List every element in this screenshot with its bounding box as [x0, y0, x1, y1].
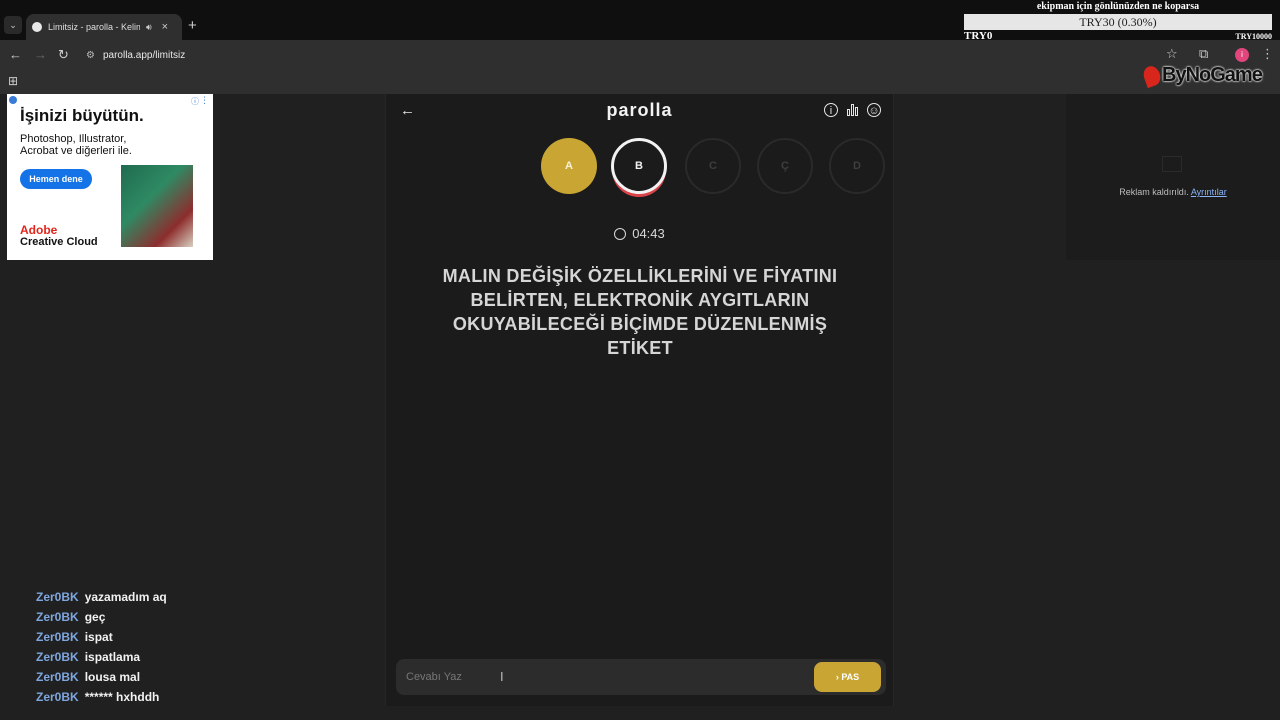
profile-avatar[interactable]: i: [1235, 48, 1249, 62]
forward-arrow-icon[interactable]: →: [34, 47, 47, 62]
letter-d: D: [829, 138, 885, 194]
right-ad-placeholder: Reklam kaldırıldı. Ayrıntılar: [1066, 94, 1280, 260]
chat-text: ****** hxhddh: [84, 690, 160, 704]
tab-title: Limitsiz - parolla - Kelime o: [48, 22, 140, 32]
ad-removed-notice: Reklam kaldırıldı. Ayrıntılar: [1066, 187, 1280, 197]
stats-icon[interactable]: [846, 103, 860, 117]
ad-brand-line1: Adobe: [20, 223, 58, 237]
ad-photo: [121, 165, 193, 247]
ad-info-icon[interactable]: ⓘ: [191, 96, 199, 107]
back-arrow-icon[interactable]: ←: [9, 47, 22, 62]
timer: 04:43: [386, 226, 893, 241]
tab-search-button[interactable]: ⌄: [4, 16, 22, 34]
chat-username: Zer0BK: [36, 590, 79, 604]
text-cursor-icon: I: [500, 669, 504, 684]
address-bar[interactable]: ⚙ parolla.app/limitsiz: [78, 44, 1188, 66]
extensions-icon[interactable]: ⧉: [1199, 46, 1208, 62]
answer-input[interactable]: [406, 667, 786, 687]
game-logo: parolla: [606, 100, 673, 120]
game-panel: ← parolla i ☺ A B C Ç D 04:43 MALIN DEĞİ…: [385, 94, 894, 706]
chat-username: Zer0BK: [36, 650, 79, 664]
bookmark-star-icon[interactable]: ☆: [1166, 46, 1178, 62]
info-icon[interactable]: i: [824, 103, 838, 117]
new-tab-button[interactable]: +: [188, 17, 197, 34]
adchoices-icon[interactable]: [9, 96, 17, 104]
letter-cc: Ç: [757, 138, 813, 194]
donation-goal-title: ekipman için gönlünüzden ne koparsa: [1036, 1, 1200, 12]
bookmarks-bar: [0, 70, 1280, 94]
chat-text: ispatlama: [84, 650, 141, 664]
pass-button[interactable]: › PAS: [814, 662, 881, 692]
question-text: MALIN DEĞİŞİK ÖZELLİKLERİNİ VE FİYATINI …: [442, 266, 838, 358]
ad-brand-line2: Creative Cloud: [20, 236, 98, 248]
user-icon[interactable]: ☺: [867, 103, 881, 117]
clock-icon: [614, 228, 627, 240]
ad-removed-text: Reklam kaldırıldı.: [1119, 187, 1189, 197]
chat-username: Zer0BK: [36, 690, 79, 704]
ad-headline: İşinizi büyütün.: [20, 106, 144, 125]
ad-cta-button[interactable]: Hemen dene: [20, 169, 92, 189]
speaker-icon[interactable]: 🔊︎: [146, 22, 152, 33]
chat-message: Zer0BK yazamadım aq: [36, 590, 167, 610]
ad-details-link[interactable]: Ayrıntılar: [1191, 187, 1227, 197]
browser-tab[interactable]: Limitsiz - parolla - Kelime o 🔊︎ ×: [26, 14, 182, 40]
browser-menu-icon[interactable]: ⋮: [1261, 46, 1274, 62]
chat-text: lousa mal: [84, 670, 141, 684]
chat-text: geç: [84, 610, 106, 624]
chat-message: Zer0BK lousa mal: [36, 670, 167, 690]
chat-message: Zer0BK geç: [36, 610, 167, 630]
chat-username: Zer0BK: [36, 610, 79, 624]
ad-menu-icon[interactable]: ⋮: [200, 95, 209, 106]
left-advertisement[interactable]: ⓘ ⋮ İşinizi büyütün. Photoshop, Illustra…: [7, 94, 213, 260]
tab-close-icon[interactable]: ×: [162, 21, 168, 33]
ad-body: Photoshop, Illustrator, Acrobat ve diğer…: [20, 133, 132, 157]
timer-value: 04:43: [632, 226, 665, 241]
chat-message: Zer0BK ****** hxhddh: [36, 690, 167, 710]
letter-c: C: [685, 138, 741, 194]
letter-b: B: [611, 138, 667, 194]
donation-goal-overlay: ekipman için gönlünüzden ne koparsa TRY3…: [964, 0, 1272, 44]
chat-username: Zer0BK: [36, 630, 79, 644]
apps-grid-icon[interactable]: ⊞: [8, 74, 18, 88]
browser-toolbar: ← → ↻ ⚙ parolla.app/limitsiz ☆ ⧉: [0, 40, 1280, 70]
ad-placeholder-icon: [1162, 156, 1182, 172]
chat-message: Zer0BK ispatlama: [36, 650, 167, 670]
reload-icon[interactable]: ↻: [58, 47, 69, 63]
letter-a: A: [541, 138, 597, 194]
chat-message: Zer0BK ispat: [36, 630, 167, 650]
bynogame-mark-icon: [1141, 63, 1163, 88]
answer-bar: I › PAS: [396, 659, 886, 695]
chat-username: Zer0BK: [36, 670, 79, 684]
address-url[interactable]: parolla.app/limitsiz: [103, 50, 185, 61]
bynogame-logo: ByNoGame: [1141, 63, 1263, 88]
tab-favicon-icon: [32, 22, 42, 32]
game-header: ← parolla i ☺: [386, 94, 893, 128]
donation-progress-bar: TRY30 (0.30%): [964, 14, 1272, 30]
stream-chat: Zer0BK yazamadım aq Zer0BK geç Zer0BK ispat…: [36, 590, 167, 710]
chat-text: yazamadım aq: [84, 590, 167, 604]
chat-text: ispat: [84, 630, 113, 644]
site-info-icon[interactable]: ⚙: [86, 50, 95, 61]
bynogame-logo-text: ByNoGame: [1162, 64, 1263, 86]
